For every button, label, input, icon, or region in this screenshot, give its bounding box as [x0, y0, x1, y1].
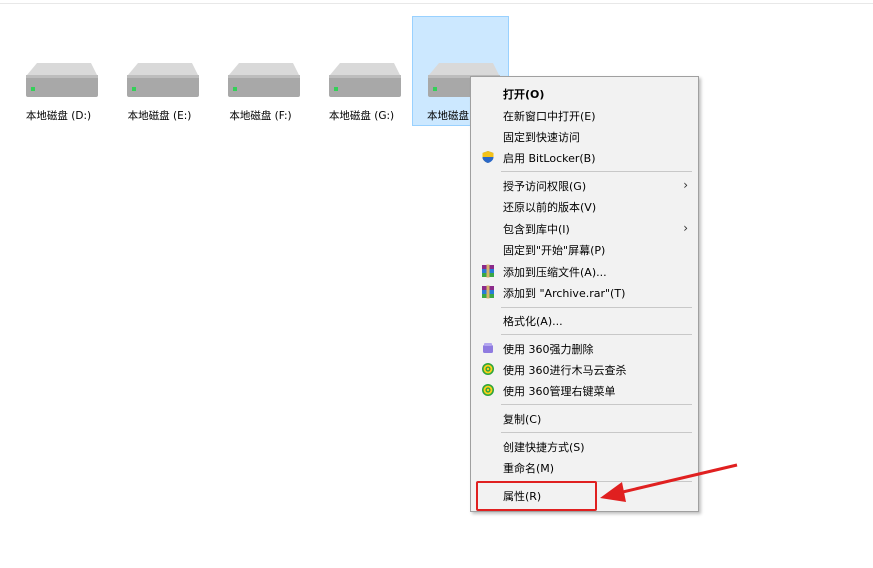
menu-item-pin-quick-access[interactable]: 固定到快速访问 [473, 126, 696, 147]
menu-item-label: 格式化(A)... [503, 314, 563, 328]
menu-item-label: 创建快捷方式(S) [503, 440, 585, 454]
360-manage-icon [481, 383, 495, 397]
360-delete-icon [481, 341, 495, 355]
shield-icon [481, 150, 495, 164]
hard-drive-icon [228, 63, 300, 97]
menu-item-copy[interactable]: 复制(C) [473, 408, 696, 429]
menu-separator [501, 307, 692, 308]
annotation-highlight-box [476, 481, 597, 511]
winrar-icon [481, 264, 495, 278]
menu-item-label: 使用 360强力删除 [503, 342, 594, 356]
menu-item-pin-start[interactable]: 固定到"开始"屏幕(P) [473, 239, 696, 260]
menu-item-label: 添加到 "Archive.rar"(T) [503, 286, 626, 300]
menu-item-label: 复制(C) [503, 412, 542, 426]
menu-item-label: 包含到库中(I) [503, 222, 570, 236]
drive-g[interactable]: 本地磁盘 (G:) [313, 16, 410, 126]
drive-d[interactable]: 本地磁盘 (D:) [10, 16, 107, 126]
menu-item-include-library[interactable]: 包含到库中(I) › [473, 218, 696, 239]
hard-drive-icon [329, 63, 401, 97]
menu-separator [501, 404, 692, 405]
drive-e[interactable]: 本地磁盘 (E:) [111, 16, 208, 126]
hard-drive-icon [127, 63, 199, 97]
menu-item-360-delete[interactable]: 使用 360强力删除 [473, 338, 696, 359]
menu-item-label: 授予访问权限(G) [503, 179, 587, 193]
menu-item-add-archive-rar[interactable]: 添加到 "Archive.rar"(T) [473, 282, 696, 303]
drive-label: 本地磁盘 (F:) [229, 110, 292, 122]
context-menu: 打开(O) 在新窗口中打开(E) 固定到快速访问 启用 BitLocker(B)… [470, 76, 699, 512]
chevron-right-icon: › [683, 178, 688, 192]
menu-item-label: 添加到压缩文件(A)... [503, 265, 607, 279]
drive-label: 本地磁盘 (D:) [25, 110, 92, 122]
360-scan-icon [481, 362, 495, 376]
menu-separator [501, 171, 692, 172]
menu-item-label: 启用 BitLocker(B) [503, 151, 596, 165]
winrar-icon [481, 285, 495, 299]
menu-item-create-shortcut[interactable]: 创建快捷方式(S) [473, 436, 696, 457]
menu-item-add-archive[interactable]: 添加到压缩文件(A)... [473, 261, 696, 282]
menu-separator [501, 432, 692, 433]
menu-item-grant-access[interactable]: 授予访问权限(G) › [473, 175, 696, 196]
menu-item-label: 还原以前的版本(V) [503, 200, 597, 214]
drive-label: 本地磁盘 (G:) [328, 110, 395, 122]
hard-drive-icon [26, 63, 98, 97]
menu-item-label: 使用 360进行木马云查杀 [503, 363, 627, 377]
menu-item-bitlocker[interactable]: 启用 BitLocker(B) [473, 147, 696, 168]
menu-separator [501, 334, 692, 335]
menu-item-label: 打开(O) [503, 87, 545, 101]
menu-item-restore-versions[interactable]: 还原以前的版本(V) [473, 196, 696, 217]
drive-f[interactable]: 本地磁盘 (F:) [212, 16, 309, 126]
menu-item-label: 固定到"开始"屏幕(P) [503, 243, 606, 257]
drive-label: 本地磁盘 (E:) [127, 110, 192, 122]
menu-item-label: 在新窗口中打开(E) [503, 109, 596, 123]
menu-item-open[interactable]: 打开(O) [473, 83, 696, 104]
menu-item-rename[interactable]: 重命名(M) [473, 457, 696, 478]
menu-item-open-new-window[interactable]: 在新窗口中打开(E) [473, 105, 696, 126]
menu-item-label: 重命名(M) [503, 461, 555, 475]
menu-item-360-scan[interactable]: 使用 360进行木马云查杀 [473, 359, 696, 380]
menu-item-360-manage[interactable]: 使用 360管理右键菜单 [473, 380, 696, 401]
menu-item-label: 使用 360管理右键菜单 [503, 384, 616, 398]
chevron-right-icon: › [683, 221, 688, 235]
menu-item-label: 固定到快速访问 [503, 130, 580, 144]
window-top-border [0, 0, 873, 4]
menu-item-format[interactable]: 格式化(A)... [473, 310, 696, 331]
